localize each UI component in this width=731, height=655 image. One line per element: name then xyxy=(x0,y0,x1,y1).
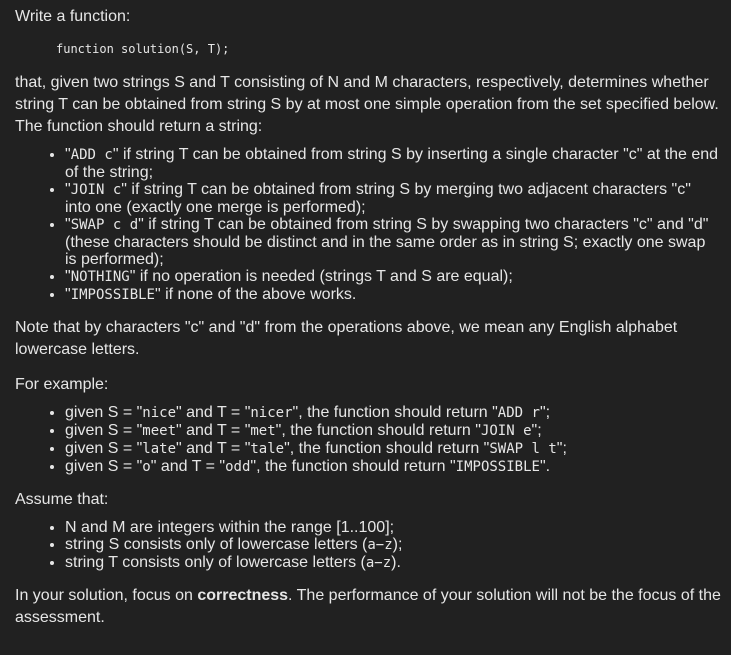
list-item: "ADD c" if string T can be obtained from… xyxy=(65,146,721,181)
operations-list: "ADD c" if string T can be obtained from… xyxy=(15,146,721,304)
assumptions-list: N and M are integers within the range [1… xyxy=(15,519,721,572)
example-header: For example: xyxy=(15,376,109,393)
final-note: In your solution, focus on correctness. … xyxy=(15,587,721,626)
assume-header: Assume that: xyxy=(15,491,109,508)
list-item: string S consists only of lowercase lett… xyxy=(65,536,721,554)
note-text: Note that by characters "c" and "d" from… xyxy=(15,319,678,358)
list-item: "NOTHING" if no operation is needed (str… xyxy=(65,268,721,286)
list-item: given S = "o" and T = "odd", the functio… xyxy=(65,458,721,476)
list-item: string T consists only of lowercase lett… xyxy=(65,554,721,572)
intro-text: Write a function: xyxy=(15,8,131,25)
list-item: N and M are integers within the range [1… xyxy=(65,519,721,536)
list-item: given S = "late" and T = "tale", the fun… xyxy=(65,440,721,458)
function-signature: function solution(S, T); xyxy=(56,42,230,56)
examples-list: given S = "nice" and T = "nicer", the fu… xyxy=(15,404,721,476)
list-item: "SWAP c d" if string T can be obtained f… xyxy=(65,216,721,268)
list-item: given S = "nice" and T = "nicer", the fu… xyxy=(65,404,721,422)
description-text: that, given two strings S and T consisti… xyxy=(15,74,719,135)
list-item: given S = "meet" and T = "met", the func… xyxy=(65,422,721,440)
list-item: "JOIN c" if string T can be obtained fro… xyxy=(65,181,721,216)
emphasis-correctness: correctness xyxy=(197,587,289,604)
list-item: "IMPOSSIBLE" if none of the above works. xyxy=(65,286,721,304)
task-description: Write a function: function solution(S, T… xyxy=(0,0,731,629)
